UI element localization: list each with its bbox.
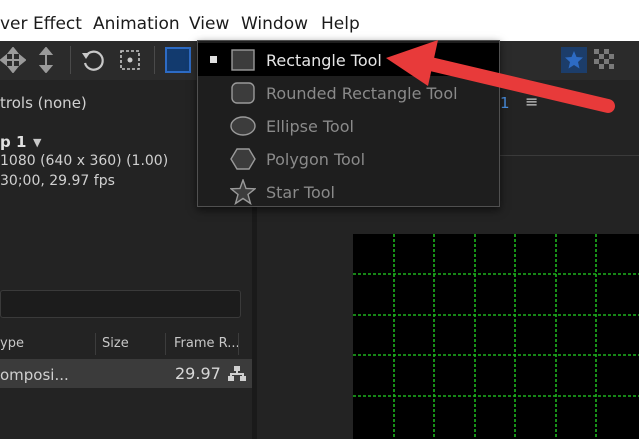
menu-layer[interactable]: ver [0,14,28,34]
grid-overlay [353,234,639,439]
column-header-type[interactable]: ype [0,336,24,356]
selected-bullet-icon [210,56,217,63]
toolbar-divider [70,46,71,74]
chevron-down-icon[interactable]: ▼ [33,136,41,149]
flowchart-icon[interactable] [228,365,246,383]
menu-view[interactable]: View [189,14,229,34]
column-header-size[interactable]: Size [102,336,129,356]
toolbar-divider [154,46,155,74]
column-header-frame-rate[interactable]: Frame R... [174,336,240,356]
rounded-rectangle-icon [230,80,256,106]
app-window: ver Effect Animation View Window Help tr… [0,0,639,439]
shape-tool-button[interactable] [165,47,191,73]
menu-item-label: Ellipse Tool [266,117,354,136]
rotate-tool-icon[interactable] [80,47,106,73]
row-frame-rate: 29.97 [175,364,221,383]
ellipse-icon [230,113,256,139]
rectangle-icon [230,47,256,73]
comp-duration: 30;00, 29.97 fps [0,173,115,189]
menu-animation[interactable]: Animation [93,14,180,34]
menu-effect[interactable]: Effect [33,14,82,34]
comp-dimensions: 1080 (640 x 360) (1.00) [0,153,169,169]
pan-behind-tool-icon[interactable] [0,46,27,74]
menu-item-star-tool[interactable]: Star Tool [198,175,499,208]
star-icon [229,177,257,206]
column-divider[interactable] [238,333,239,355]
project-search-input[interactable] [0,290,241,318]
polygon-icon [230,146,256,172]
table-row[interactable]: omposi... 29.97 [0,359,252,388]
z-camera-tool-icon[interactable] [33,46,59,74]
annotation-arrow [386,40,615,113]
menu-bar: ver Effect Animation View Window Help [0,0,639,41]
effect-controls-label: trols (none) [0,94,87,112]
row-type: omposi... [0,366,69,384]
anchor-point-tool-icon[interactable] [117,47,143,73]
menu-item-label: Star Tool [266,183,335,202]
menu-item-label: Polygon Tool [266,150,366,169]
column-divider[interactable] [165,333,166,355]
menu-item-polygon-tool[interactable]: Polygon Tool [198,142,499,175]
menu-help[interactable]: Help [321,14,360,34]
composition-viewer[interactable] [353,234,639,439]
comp-name[interactable]: p 1 [0,133,26,151]
menu-item-label: Rectangle Tool [266,51,382,70]
menu-window[interactable]: Window [241,14,308,34]
column-divider[interactable] [95,333,96,355]
